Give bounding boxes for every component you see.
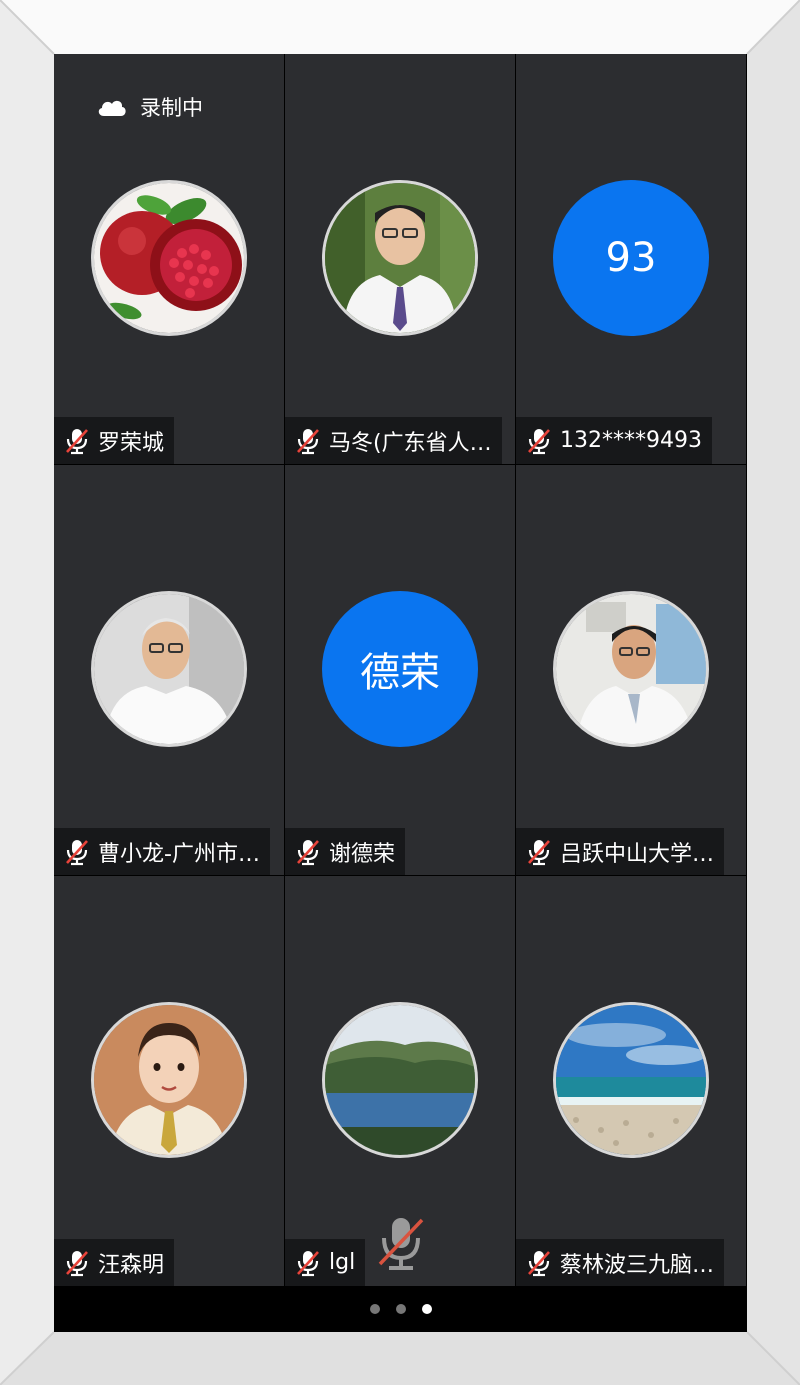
participant-name-tag: 曹小龙-广州市… xyxy=(54,828,270,875)
participant-name-tag: lgl xyxy=(285,1239,366,1286)
cartoon-man-illustration xyxy=(94,1005,244,1155)
participant-grid: 录制中 罗荣城 马冬(广东省人… 93 132****9493 曹小龙-广州市…… xyxy=(54,54,747,1286)
participant-name-tag: 蔡林波三九脑… xyxy=(516,1239,725,1286)
doctor-photo xyxy=(325,183,475,333)
participant-name: 吕跃中山大学… xyxy=(560,841,715,867)
participant-name: 蔡林波三九脑… xyxy=(560,1252,715,1278)
page-indicator[interactable] xyxy=(54,1286,747,1332)
muted-mic-icon xyxy=(528,1250,550,1276)
participant-name-tag: 132****9493 xyxy=(516,417,712,464)
muted-mic-icon xyxy=(66,428,88,454)
page-dot[interactable] xyxy=(395,1304,406,1314)
participant-tile[interactable]: 93 132****9493 xyxy=(516,54,746,464)
avatar-initials: 93 xyxy=(553,180,709,336)
meeting-screen: 录制中 罗荣城 马冬(广东省人… 93 132****9493 曹小龙-广州市…… xyxy=(54,54,747,1332)
participant-name: 马冬(广东省人… xyxy=(329,430,492,456)
participant-name-tag: 马冬(广东省人… xyxy=(285,417,502,464)
participant-name-tag: 罗荣城 xyxy=(54,417,175,464)
muted-mic-icon xyxy=(66,839,88,865)
avatar xyxy=(322,1002,478,1158)
mountain-lake-photo xyxy=(325,1005,475,1155)
participant-name: 曹小龙-广州市… xyxy=(98,841,260,867)
muted-mic-icon xyxy=(297,1250,319,1276)
participant-tile[interactable]: 蔡林波三九脑… xyxy=(516,876,746,1286)
avatar xyxy=(322,180,478,336)
participant-name-tag: 吕跃中山大学… xyxy=(516,828,725,875)
participant-tile[interactable]: 录制中 罗荣城 xyxy=(54,54,284,464)
avatar xyxy=(553,591,709,747)
avatar xyxy=(91,180,247,336)
cloud-icon xyxy=(98,100,126,116)
participant-tile[interactable]: 汪森明 xyxy=(54,876,284,1286)
avatar xyxy=(553,1002,709,1158)
page-dot-active[interactable] xyxy=(421,1304,432,1314)
participant-name: lgl xyxy=(329,1250,356,1275)
muted-mic-icon xyxy=(528,428,550,454)
muted-mic-icon xyxy=(297,839,319,865)
recording-indicator[interactable]: 录制中 xyxy=(96,92,203,122)
avatar xyxy=(91,591,247,747)
participant-name: 汪森明 xyxy=(98,1252,165,1278)
participant-name: 谢德荣 xyxy=(329,841,396,867)
pomegranate-photo xyxy=(94,183,244,333)
page-dot[interactable] xyxy=(369,1304,380,1314)
participant-name-tag: 谢德荣 xyxy=(285,828,406,875)
participant-name: 132****9493 xyxy=(560,428,702,453)
avatar xyxy=(91,1002,247,1158)
participant-tile[interactable]: 马冬(广东省人… xyxy=(285,54,515,464)
muted-mic-icon xyxy=(66,1250,88,1276)
beach-photo xyxy=(556,1005,706,1155)
recording-label: 录制中 xyxy=(140,96,203,120)
man-photo xyxy=(94,594,244,744)
participant-tile[interactable]: 吕跃中山大学… xyxy=(516,465,746,875)
participant-tile[interactable]: 德荣 谢德荣 xyxy=(285,465,515,875)
doctor-office-photo xyxy=(556,594,706,744)
participant-tile[interactable]: 曹小龙-广州市… xyxy=(54,465,284,875)
muted-mic-icon xyxy=(528,839,550,865)
avatar-initials: 德荣 xyxy=(322,591,478,747)
participant-name-tag: 汪森明 xyxy=(54,1239,175,1286)
muted-mic-icon xyxy=(297,428,319,454)
toggle-mic-button[interactable] xyxy=(374,1214,428,1276)
participant-name: 罗荣城 xyxy=(98,430,165,456)
